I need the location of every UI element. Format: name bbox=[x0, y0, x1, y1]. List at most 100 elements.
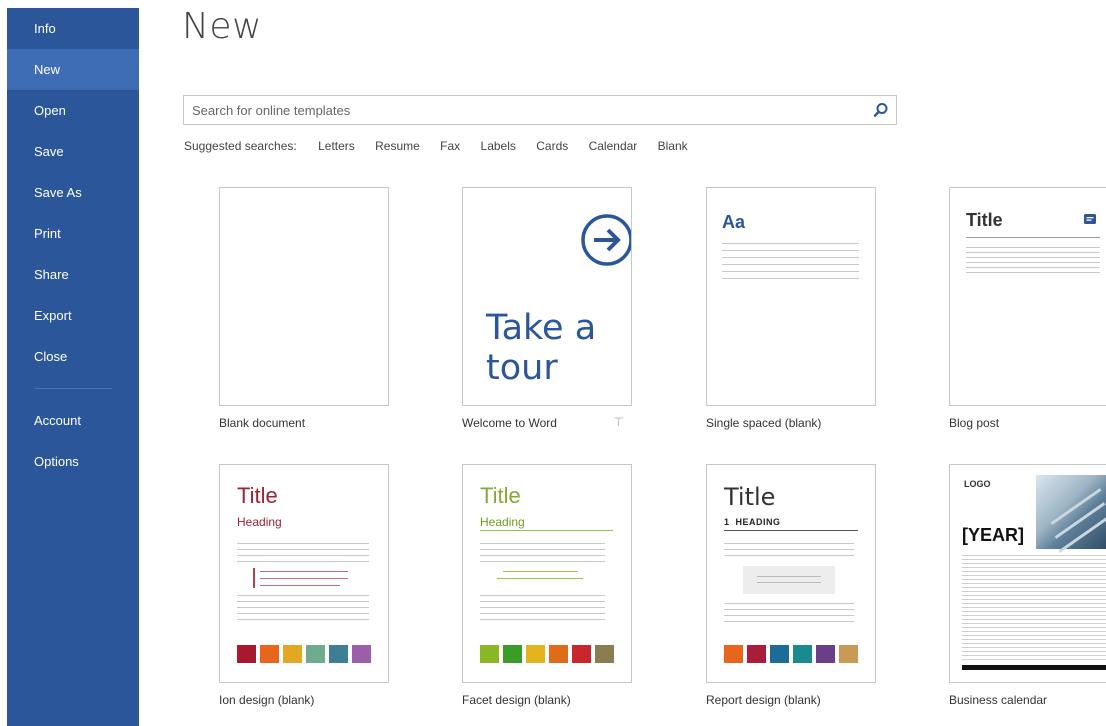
template-thumbnail[interactable]: Title Heading bbox=[462, 464, 632, 683]
suggested-searches-label: Suggested searches: bbox=[184, 139, 297, 153]
thumb-line bbox=[724, 555, 854, 556]
thumb-line bbox=[966, 267, 1100, 268]
thumb-line bbox=[480, 561, 605, 562]
pin-icon[interactable]: ⊤ bbox=[614, 415, 624, 429]
suggested-link-calendar[interactable]: Calendar bbox=[589, 139, 638, 153]
template-thumbnail[interactable]: Title Heading bbox=[219, 464, 389, 683]
thumb-line bbox=[966, 262, 1100, 263]
nav-info[interactable]: Info bbox=[7, 8, 139, 49]
template-blank-document[interactable]: Blank document bbox=[219, 187, 389, 430]
color-swatch bbox=[329, 645, 348, 663]
template-thumbnail[interactable]: Aa bbox=[706, 187, 876, 406]
suggested-link-resume[interactable]: Resume bbox=[375, 139, 420, 153]
color-swatch bbox=[770, 645, 789, 663]
thumb-aa-text: Aa bbox=[722, 212, 746, 232]
suggested-link-blank[interactable]: Blank bbox=[658, 139, 688, 153]
thumb-line bbox=[966, 237, 1100, 238]
template-name: Blog post bbox=[949, 416, 1000, 430]
template-facet-design[interactable]: Title Heading Facet design (blank) bbox=[462, 464, 632, 707]
template-thumbnail[interactable]: Take a tour bbox=[462, 187, 632, 406]
thumb-line bbox=[722, 250, 859, 251]
nav-save[interactable]: Save bbox=[7, 131, 139, 172]
suggested-link-letters[interactable]: Letters bbox=[318, 139, 355, 153]
nav-account[interactable]: Account bbox=[7, 400, 139, 441]
nav-new[interactable]: New bbox=[7, 49, 139, 90]
color-swatch bbox=[572, 645, 591, 663]
suggested-link-fax[interactable]: Fax bbox=[440, 139, 460, 153]
template-name: Blank document bbox=[219, 416, 306, 430]
template-thumbnail[interactable] bbox=[219, 187, 389, 406]
color-swatch bbox=[595, 645, 614, 663]
photo-detail bbox=[1054, 502, 1106, 539]
thumb-line bbox=[480, 607, 605, 608]
template-name-text: Welcome to Word bbox=[462, 416, 557, 430]
thumb-line bbox=[480, 619, 605, 620]
thumb-line bbox=[966, 257, 1100, 258]
calendar-grid bbox=[962, 555, 1106, 660]
nav-save-as[interactable]: Save As bbox=[7, 172, 139, 213]
thumb-line bbox=[237, 543, 369, 544]
color-swatch bbox=[237, 645, 256, 663]
thumb-title-text: Title bbox=[480, 483, 521, 508]
thumb-title-text: Title bbox=[724, 483, 776, 511]
thumb-line bbox=[237, 601, 369, 602]
thumb-heading-rule bbox=[480, 530, 613, 531]
thumb-line bbox=[480, 555, 605, 556]
thumb-title-text: Title bbox=[237, 483, 278, 508]
template-blog-post[interactable]: Title Blog post bbox=[949, 187, 1106, 430]
template-business-calendar[interactable]: LOGO [YEAR] Business calendar bbox=[949, 464, 1106, 707]
template-thumbnail[interactable]: Title 1 HEADING bbox=[706, 464, 876, 683]
thumb-line bbox=[722, 264, 859, 265]
template-single-spaced[interactable]: Aa Single spaced (blank) bbox=[706, 187, 876, 430]
suggested-searches: Suggested searches: Letters Resume Fax L… bbox=[184, 139, 705, 153]
color-swatch bbox=[526, 645, 545, 663]
nav-share[interactable]: Share bbox=[7, 254, 139, 295]
color-swatch bbox=[503, 645, 522, 663]
calendar-footer-bar bbox=[962, 665, 1106, 670]
thumb-line bbox=[237, 555, 369, 556]
thumb-line bbox=[966, 247, 1100, 248]
page-title: New bbox=[182, 6, 263, 47]
thumb-line bbox=[237, 613, 369, 614]
thumb-line bbox=[480, 601, 605, 602]
arrow-circle-icon bbox=[581, 214, 631, 266]
nav-options[interactable]: Options bbox=[7, 441, 139, 482]
thumb-line bbox=[757, 582, 821, 583]
template-name: Facet design (blank) bbox=[462, 693, 571, 707]
thumb-line bbox=[722, 243, 859, 244]
thumb-line bbox=[480, 595, 605, 596]
search-input[interactable] bbox=[184, 96, 872, 124]
thumb-heading-rule bbox=[724, 530, 858, 531]
thumb-quote-line bbox=[497, 578, 583, 579]
nav-export[interactable]: Export bbox=[7, 295, 139, 336]
thumb-title-text: Title bbox=[966, 210, 1003, 230]
thumb-line bbox=[237, 561, 369, 562]
color-swatch bbox=[747, 645, 766, 663]
nav-close[interactable]: Close bbox=[7, 336, 139, 377]
thumb-line bbox=[480, 613, 605, 614]
template-thumbnail[interactable]: LOGO [YEAR] bbox=[949, 464, 1106, 683]
color-swatch bbox=[793, 645, 812, 663]
nav-print[interactable]: Print bbox=[7, 213, 139, 254]
thumb-line bbox=[724, 621, 854, 622]
thumb-line bbox=[722, 271, 859, 272]
template-thumbnail[interactable]: Title bbox=[949, 187, 1106, 406]
search-box bbox=[183, 95, 897, 125]
color-swatch bbox=[352, 645, 371, 663]
thumb-quote-line bbox=[503, 571, 578, 572]
template-name: Single spaced (blank) bbox=[706, 416, 822, 430]
nav-open[interactable]: Open bbox=[7, 90, 139, 131]
template-report-design[interactable]: Title 1 HEADING Report design (blank) bbox=[706, 464, 876, 707]
template-welcome-to-word[interactable]: Take a tour Welcome to Word ⊤ bbox=[462, 187, 632, 430]
thumb-heading-text: Heading bbox=[237, 515, 282, 529]
thumb-line bbox=[237, 595, 369, 596]
comment-icon bbox=[1084, 214, 1096, 224]
template-ion-design[interactable]: Title Heading Ion design (blank) bbox=[219, 464, 389, 707]
suggested-link-cards[interactable]: Cards bbox=[536, 139, 568, 153]
search-icon[interactable] bbox=[872, 101, 890, 119]
thumb-line bbox=[724, 543, 854, 544]
thumb-line bbox=[237, 619, 369, 620]
template-name: Report design (blank) bbox=[706, 693, 821, 707]
suggested-link-labels[interactable]: Labels bbox=[481, 139, 516, 153]
color-swatch bbox=[724, 645, 743, 663]
